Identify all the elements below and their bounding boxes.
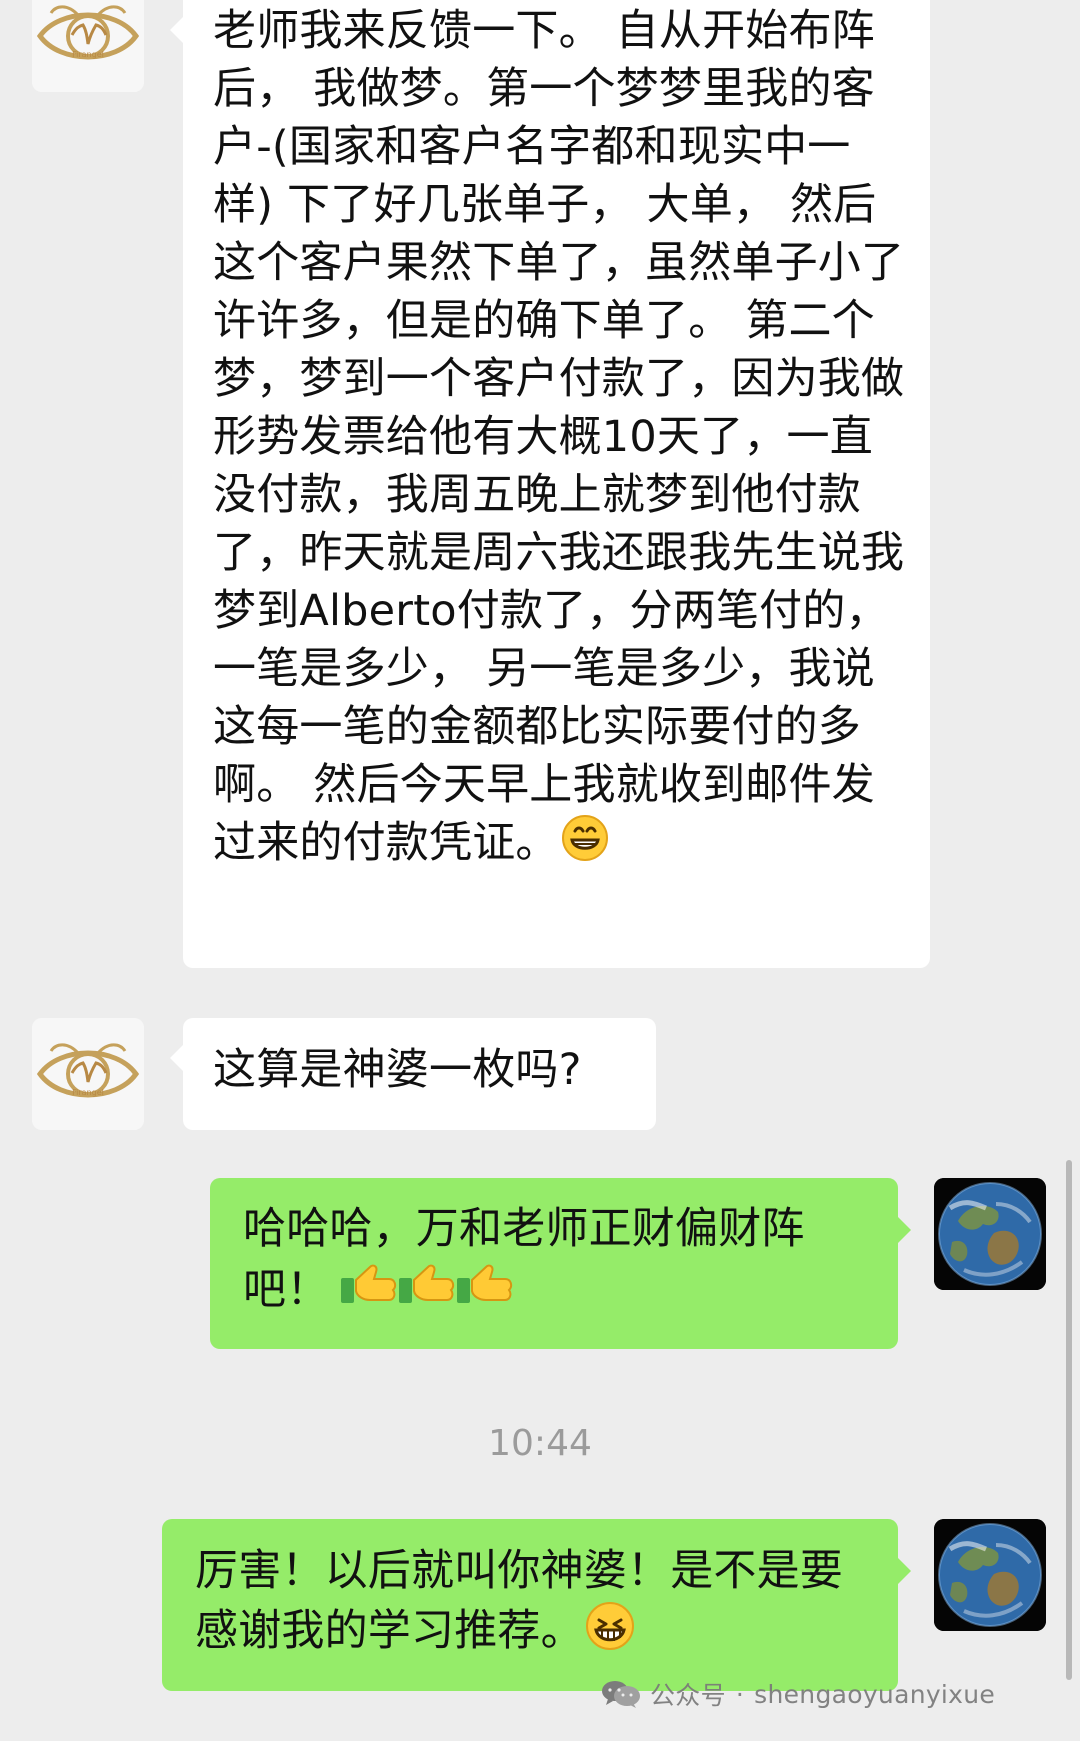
earth-globe-icon bbox=[934, 1178, 1046, 1290]
beaming-face-emoji bbox=[584, 1600, 636, 1667]
chat-scrollbar[interactable] bbox=[1066, 1160, 1072, 1680]
watermark-source: 公众号 bbox=[650, 1681, 726, 1710]
watermark-account: shengaoyuanyixue bbox=[754, 1679, 996, 1709]
wechat-icon bbox=[602, 1681, 640, 1708]
contact-avatar[interactable]: Firangel bbox=[32, 0, 144, 92]
golden-eye-logo-icon: Firangel bbox=[32, 1018, 144, 1130]
golden-eye-logo-icon: Firangel bbox=[32, 0, 144, 92]
earth-globe-icon bbox=[934, 1519, 1046, 1631]
sent-message-text: 厉害！以后就叫你神婆！是不是要感谢我的学习推荐。 bbox=[195, 1542, 874, 1667]
sent-message-bubble[interactable]: 哈哈哈，万和老师正财偏财阵吧！ bbox=[210, 1178, 911, 1349]
message-timestamp: 10:44 bbox=[488, 1423, 592, 1464]
user-avatar[interactable] bbox=[934, 1519, 1046, 1631]
source-watermark: 公众号 · shengaoyuanyixue bbox=[600, 1674, 995, 1714]
watermark-separator: · bbox=[735, 1679, 745, 1709]
svg-text:Firangel: Firangel bbox=[72, 50, 104, 59]
received-message-text: 老师我来反馈一下。 自从开始布阵后， 我做梦。第一个梦梦里我的客户-(国家和客户… bbox=[213, 2, 906, 877]
user-avatar[interactable] bbox=[934, 1178, 1046, 1290]
contact-avatar[interactable]: Firangel bbox=[32, 1018, 144, 1130]
svg-text:Firangel: Firangel bbox=[72, 1088, 104, 1097]
thumbs-up-emoji bbox=[339, 1258, 515, 1327]
grinning-face-emoji bbox=[561, 814, 609, 877]
sent-message-text: 哈哈哈，万和老师正财偏财阵吧！ bbox=[243, 1200, 876, 1327]
received-message-bubble[interactable]: 这算是神婆一枚吗? bbox=[170, 1018, 656, 1130]
chat-screen: Firangel 老师我来反馈一下。 自从开始布阵后， 我做梦。第一个梦梦里我的… bbox=[0, 0, 1080, 1741]
received-message-text: 这算是神婆一枚吗? bbox=[213, 1045, 582, 1095]
sent-message-bubble[interactable]: 厉害！以后就叫你神婆！是不是要感谢我的学习推荐。 bbox=[162, 1519, 911, 1691]
received-message-bubble[interactable]: 老师我来反馈一下。 自从开始布阵后， 我做梦。第一个梦梦里我的客户-(国家和客户… bbox=[170, 0, 930, 968]
